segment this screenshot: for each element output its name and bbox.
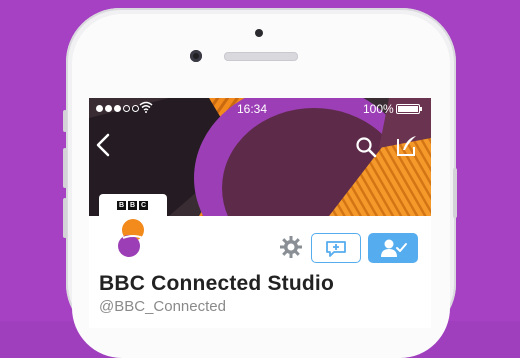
logo-letter: B xyxy=(128,201,137,210)
phone-side-button xyxy=(63,110,67,132)
signal-dot xyxy=(123,105,130,112)
battery-icon xyxy=(396,104,422,114)
following-user-icon xyxy=(381,239,407,257)
signal-dot xyxy=(132,105,139,112)
profile-actions xyxy=(89,233,431,267)
battery-percentage: 100% xyxy=(363,102,394,116)
status-bar: 16:34 100% xyxy=(89,98,431,118)
earpiece-speaker xyxy=(224,52,298,61)
front-camera xyxy=(190,50,202,62)
phone-side-button xyxy=(63,198,67,238)
chevron-left-icon[interactable] xyxy=(95,133,111,157)
status-time: 16:34 xyxy=(237,102,268,116)
bbc-logo: B B C xyxy=(117,201,148,210)
proximity-sensor xyxy=(255,29,263,37)
phone-side-button xyxy=(453,168,457,218)
logo-letter: B xyxy=(117,201,126,210)
signal-dot xyxy=(105,105,112,112)
signal-strength xyxy=(96,105,139,112)
direct-message-button[interactable] xyxy=(311,233,361,263)
profile-name: BBC Connected Studio xyxy=(99,272,334,295)
gear-icon[interactable] xyxy=(279,235,303,259)
profile-handle: @BBC_Connected xyxy=(99,298,226,315)
signal-dot xyxy=(96,105,103,112)
phone-side-button xyxy=(63,148,67,188)
direct-message-icon xyxy=(326,241,346,257)
logo-letter: C xyxy=(139,201,148,210)
following-button[interactable] xyxy=(368,233,418,263)
signal-dot xyxy=(114,105,121,112)
compose-icon[interactable] xyxy=(395,134,419,158)
search-icon[interactable] xyxy=(355,136,377,158)
phone-screen: 16:34 100% B B C BBC Connected Studio @B… xyxy=(89,98,431,328)
wifi-icon xyxy=(139,101,153,113)
